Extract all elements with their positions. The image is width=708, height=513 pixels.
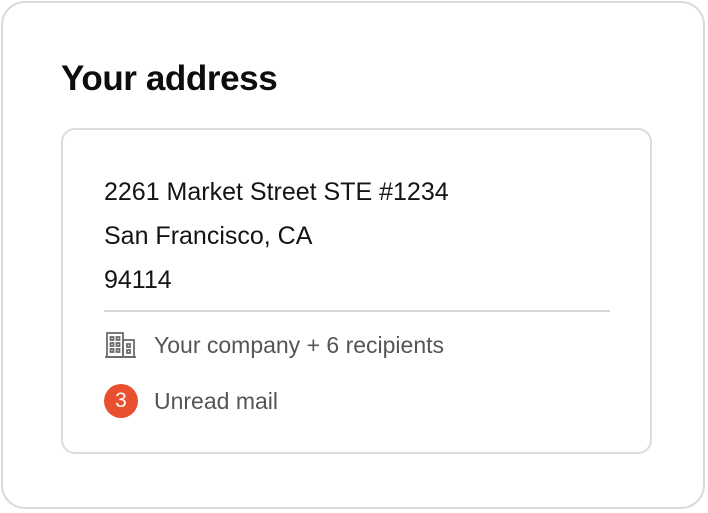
divider <box>104 310 610 312</box>
recipients-row[interactable]: Your company + 6 recipients <box>104 328 444 362</box>
address-line-city: San Francisco, CA <box>104 222 313 250</box>
unread-mail-row[interactable]: 3 Unread mail <box>104 384 278 418</box>
building-icon <box>104 328 140 362</box>
address-block: 2261 Market Street STE #1234 San Francis… <box>104 170 614 302</box>
unread-count-badge: 3 <box>104 384 138 418</box>
address-line-zip: 94114 <box>104 266 172 294</box>
recipients-text: Your company + 6 recipients <box>154 332 445 358</box>
unread-badge-wrap: 3 <box>104 384 140 418</box>
address-panel: 2261 Market Street STE #1234 San Francis… <box>61 128 652 454</box>
unread-mail-text: Unread mail <box>154 388 278 414</box>
address-line-street: 2261 Market Street STE #1234 <box>104 178 449 206</box>
address-card: Your address 2261 Market Street STE #123… <box>1 1 705 509</box>
card-title: Your address <box>61 59 278 98</box>
